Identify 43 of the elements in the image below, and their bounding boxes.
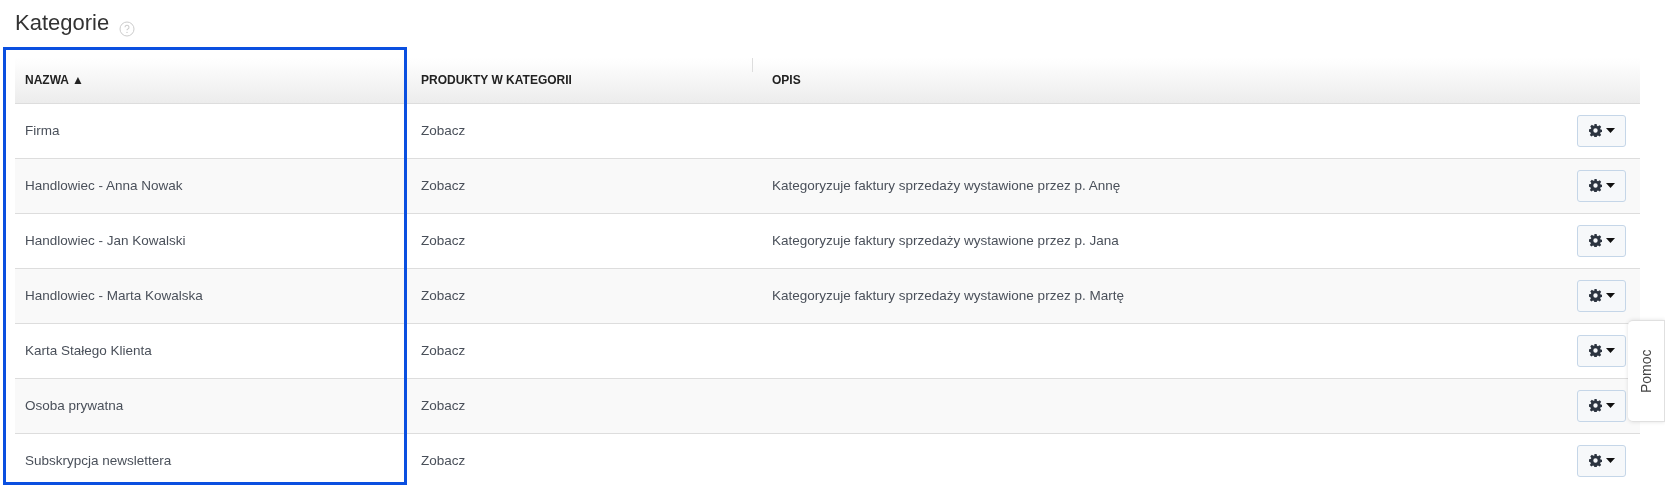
caret-icon [1605,458,1615,464]
caret-icon [1605,293,1615,298]
caret-icon [1605,128,1615,133]
description-text: Kategoryzuje faktury sprzedaży wystawione przez p. Jana [772,233,1119,248]
help-tab[interactable]: Pomoc [1628,320,1665,422]
products-link[interactable]: Zobacz [421,123,466,138]
settings-dropdown-button[interactable] [1577,169,1626,202]
gear-icon [1588,454,1602,468]
description-text: Kategoryzuje faktury sprzedaży wystawione przez p. Martę [772,288,1124,303]
description-text: Kategoryzuje faktury sprzedaży wystawione przez p. Annę [772,178,1121,193]
products-link[interactable]: Zobacz [421,343,466,358]
gear-icon [1588,124,1602,137]
caret-icon [1605,183,1615,188]
settings-dropdown-button[interactable] [1577,224,1626,257]
category-name: Handlowiec - Marta Kowalska [25,288,203,303]
category-name: Karta Stałego Klienta [25,343,152,358]
gear-icon [1588,179,1602,192]
category-name: Osoba prywatna [25,398,124,413]
column-header[interactable]: PRODUKTY W KATEGORII [421,73,572,88]
page-title: Kategorie [15,10,110,36]
settings-dropdown-button[interactable] [1577,444,1626,477]
products-link[interactable]: Zobacz [421,233,466,248]
category-name: Handlowiec - Jan Kowalski [25,233,186,248]
settings-dropdown-button[interactable] [1577,334,1626,367]
products-link[interactable]: Zobacz [421,288,466,303]
caret-icon [1605,238,1615,243]
gear-icon [1588,289,1602,302]
products-link[interactable]: Zobacz [421,178,466,193]
gear-icon [1588,399,1602,412]
column-header[interactable]: OPIS [772,73,801,88]
column-header[interactable]: NAZWA ▲ [25,73,84,88]
settings-dropdown-button[interactable] [1577,389,1626,422]
category-name: Subskrypcja newslettera [25,453,172,469]
category-name: Firma [25,123,60,138]
products-link[interactable]: Zobacz [421,398,466,413]
caret-icon [1605,403,1615,408]
settings-dropdown-button[interactable] [1577,114,1626,147]
settings-dropdown-button[interactable] [1577,279,1626,312]
products-link[interactable]: Zobacz [421,453,466,469]
caret-icon [1605,348,1615,353]
category-name: Handlowiec - Anna Nowak [25,178,183,193]
gear-icon [1588,234,1602,247]
gear-icon [1588,344,1602,357]
